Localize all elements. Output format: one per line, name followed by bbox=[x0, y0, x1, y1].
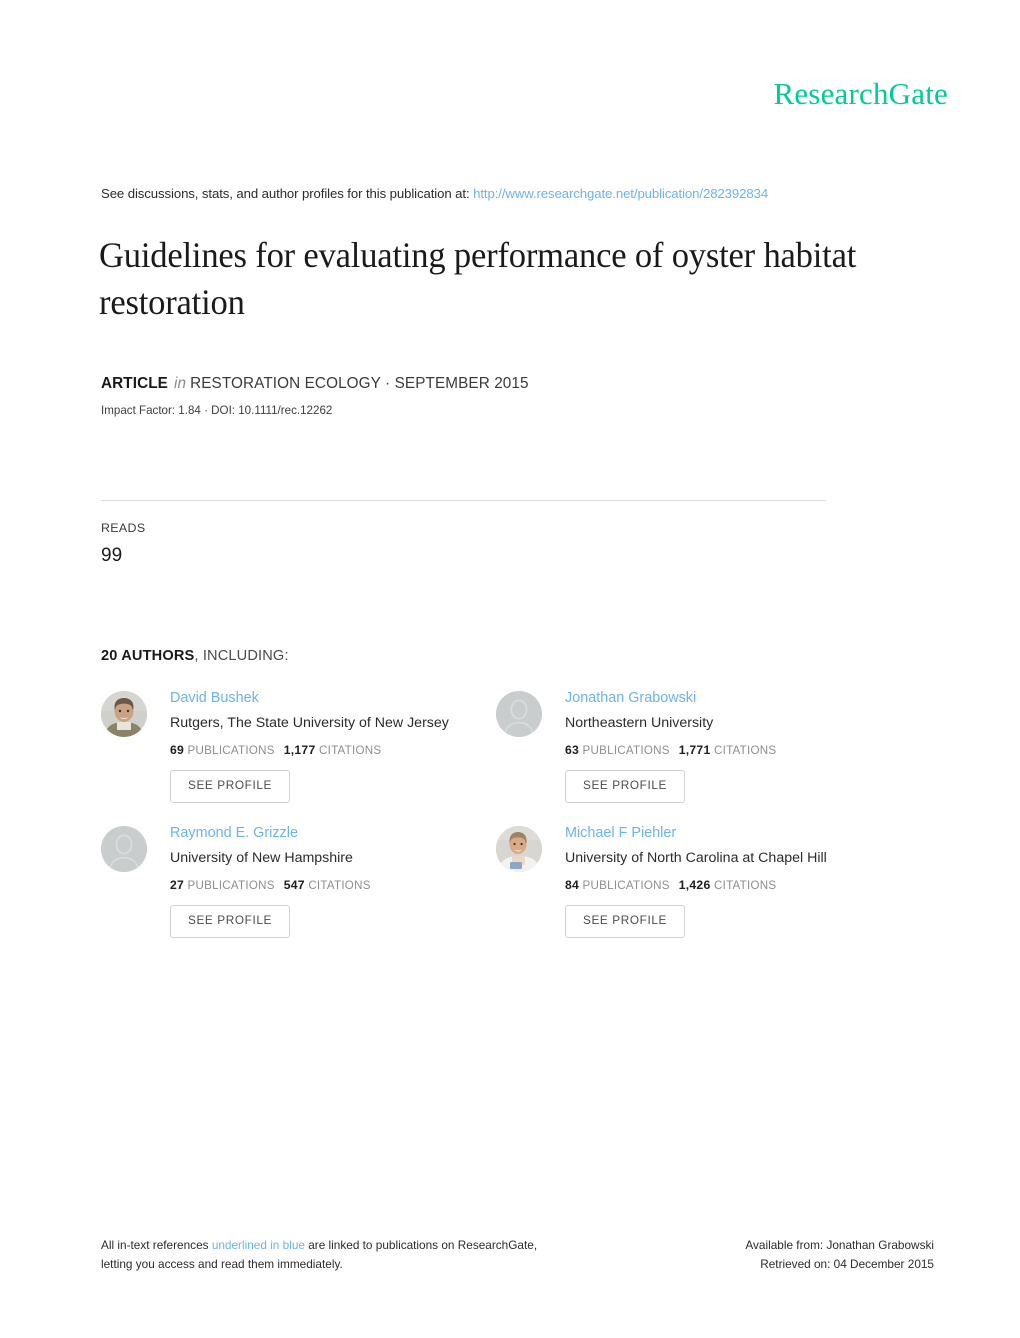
author-affiliation: University of New Hampshire bbox=[170, 849, 353, 866]
author-stats: 84 PUBLICATIONS 1,426 CITATIONS bbox=[565, 878, 827, 892]
placeholder-avatar bbox=[101, 825, 147, 872]
author-info: Michael F Piehler University of North Ca… bbox=[565, 823, 827, 938]
placeholder-avatar bbox=[496, 691, 542, 737]
page-title: Guidelines for evaluating performance of… bbox=[99, 235, 857, 322]
publications-count: 69 bbox=[170, 743, 185, 757]
author-card: Jonathan Grabowski Northeastern Universi… bbox=[496, 688, 891, 803]
author-card: Raymond E. Grizzle University of New Ham… bbox=[101, 823, 496, 938]
footer-line-2: letting you access and read them immedia… bbox=[101, 1257, 343, 1271]
citations-label: CITATIONS bbox=[713, 878, 777, 892]
publications-count: 63 bbox=[565, 743, 580, 757]
avatar-photo-bushek-image bbox=[101, 691, 147, 737]
author-name-link[interactable]: Jonathan Grabowski bbox=[565, 689, 776, 708]
author-row: David Bushek Rutgers, The State Universi… bbox=[101, 688, 931, 803]
article-meta-line: ARTICLE in RESTORATION ECOLOGY · SEPTEMBER… bbox=[101, 375, 529, 393]
author-stats: 69 PUBLICATIONS 1,177 CITATIONS bbox=[170, 743, 449, 757]
author-affiliation: Northeastern University bbox=[565, 715, 714, 731]
citations-label: CITATIONS bbox=[318, 744, 382, 757]
discussions-text: See discussions, stats, and author profi… bbox=[101, 186, 470, 201]
author-name-link[interactable]: Michael F Piehler bbox=[565, 824, 827, 843]
citations-count: 1,426 bbox=[678, 877, 711, 892]
article-in-word: in bbox=[173, 375, 187, 392]
publications-label: PUBLICATIONS bbox=[187, 744, 275, 757]
publications-count: 84 bbox=[565, 877, 580, 892]
available-from-line: Available from: Jonathan Grabowski bbox=[745, 1238, 934, 1252]
user-silhouette-icon bbox=[496, 691, 542, 737]
publications-count: 27 bbox=[170, 877, 185, 892]
user-silhouette-icon bbox=[101, 825, 147, 872]
see-profile-button[interactable]: SEE PROFILE bbox=[170, 770, 290, 803]
publications-label: PUBLICATIONS bbox=[187, 878, 275, 892]
reads-label: READS bbox=[101, 521, 146, 535]
author-affiliation: Rutgers, The State University of New Jer… bbox=[170, 715, 449, 731]
photo-avatar-piehler bbox=[496, 825, 542, 872]
citations-count: 1,177 bbox=[283, 743, 316, 757]
see-profile-button[interactable]: SEE PROFILE bbox=[170, 904, 290, 938]
footer-text-before-link: All in-text references bbox=[101, 1238, 212, 1252]
authors-heading: 20 AUTHORS, INCLUDING: bbox=[101, 648, 289, 664]
author-name-link[interactable]: Raymond E. Grizzle bbox=[170, 824, 371, 843]
footer-blue-link-text: underlined in blue bbox=[211, 1238, 305, 1252]
author-row: Raymond E. Grizzle University of New Ham… bbox=[101, 823, 931, 938]
see-profile-button[interactable]: SEE PROFILE bbox=[565, 770, 685, 803]
publication-url-link[interactable]: http://www.researchgate.net/publication/… bbox=[473, 186, 768, 201]
publications-label: PUBLICATIONS bbox=[582, 878, 670, 892]
author-affiliation: University of North Carolina at Chapel H… bbox=[565, 849, 827, 866]
author-stats: 63 PUBLICATIONS 1,771 CITATIONS bbox=[565, 743, 776, 757]
author-card: David Bushek Rutgers, The State Universi… bbox=[101, 688, 496, 803]
researchgate-logo: ResearchGate bbox=[773, 76, 948, 111]
author-info: David Bushek Rutgers, The State Universi… bbox=[170, 688, 449, 803]
publications-label: PUBLICATIONS bbox=[582, 744, 670, 757]
metrics-divider bbox=[101, 500, 826, 501]
see-profile-button[interactable]: SEE PROFILE bbox=[565, 904, 685, 938]
impact-factor-doi-line: Impact Factor: 1.84 · DOI: 10.1111/rec.1… bbox=[101, 404, 333, 417]
journal-and-date: RESTORATION ECOLOGY · SEPTEMBER 2015 bbox=[190, 375, 529, 392]
citations-count: 1,771 bbox=[678, 743, 711, 757]
retrieved-on-line: Retrieved on: 04 December 2015 bbox=[760, 1257, 934, 1271]
article-type-label: ARTICLE bbox=[101, 375, 168, 392]
author-info: Jonathan Grabowski Northeastern Universi… bbox=[565, 688, 776, 803]
authors-grid: David Bushek Rutgers, The State Universi… bbox=[101, 688, 931, 938]
author-name-link[interactable]: David Bushek bbox=[170, 689, 449, 708]
avatar-photo-piehler-image bbox=[496, 825, 542, 872]
author-card: Michael F Piehler University of North Ca… bbox=[496, 823, 891, 938]
discussions-line: See discussions, stats, and author profi… bbox=[101, 186, 768, 201]
citations-label: CITATIONS bbox=[308, 878, 371, 892]
footer-line-1: All in-text references underlined in blu… bbox=[101, 1236, 537, 1255]
footer-references-note: All in-text references underlined in blu… bbox=[101, 1236, 537, 1274]
author-stats: 27 PUBLICATIONS 547 CITATIONS bbox=[170, 878, 371, 892]
footer-availability: Available from: Jonathan Grabowski Retri… bbox=[745, 1236, 934, 1274]
reads-value: 99 bbox=[101, 545, 123, 566]
footer-text-after-link: are linked to publications on ResearchGa… bbox=[304, 1238, 538, 1252]
photo-avatar-bushek bbox=[101, 691, 147, 737]
citations-count: 547 bbox=[283, 877, 305, 892]
authors-including: , INCLUDING: bbox=[194, 648, 289, 664]
authors-count: 20 AUTHORS bbox=[101, 648, 195, 664]
citations-label: CITATIONS bbox=[713, 744, 777, 757]
publication-cover-page: ResearchGate See discussions, stats, and… bbox=[0, 0, 1020, 1338]
author-info: Raymond E. Grizzle University of New Ham… bbox=[170, 823, 371, 938]
